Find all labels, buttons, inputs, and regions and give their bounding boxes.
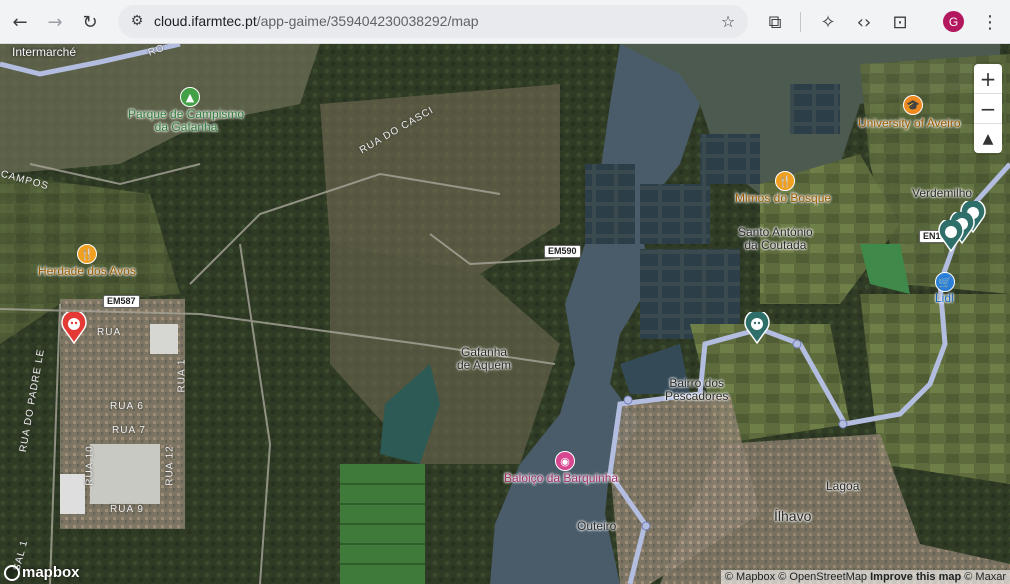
browser-menu-button[interactable]: ⋮ xyxy=(976,8,1004,36)
shopping-cart-icon[interactable]: 🛒 xyxy=(935,272,955,292)
satellite-map[interactable]: Intermarché Parque de Campismo da Gafanh… xyxy=(0,44,1010,584)
label-bairro-pescadores: Bairro dos Pescadores xyxy=(665,376,729,403)
road-rua-12: RUA 12 xyxy=(164,445,176,486)
attrib-osm[interactable]: © OpenStreetMap xyxy=(778,571,867,583)
code-icon: ‹› xyxy=(856,11,872,33)
star-outline-icon: ✧ xyxy=(820,11,836,33)
back-arrow-icon: ← xyxy=(12,11,28,33)
map-attribution: © Mapbox © OpenStreetMap Improve this ma… xyxy=(720,570,1010,584)
ext-code-button[interactable]: ‹› xyxy=(850,8,878,36)
reload-icon: ↻ xyxy=(82,11,98,33)
forward-arrow-icon: → xyxy=(47,11,63,33)
label-herdade: Herdade dos Avos xyxy=(38,264,136,278)
mapbox-logo[interactable]: mapbox xyxy=(4,564,80,581)
road-rua-a: RUA xyxy=(97,327,122,338)
cow-marker[interactable] xyxy=(938,220,964,252)
camera-icon[interactable]: ◉ xyxy=(555,451,575,471)
attrib-mapbox[interactable]: © Mapbox xyxy=(725,571,775,583)
bookmark-star-icon[interactable]: ☆ xyxy=(716,9,740,33)
restaurant-icon[interactable]: 🍴 xyxy=(77,244,97,264)
road-rua-9: RUA 9 xyxy=(110,504,144,515)
road-rua-6: RUA 6 xyxy=(110,401,144,412)
improve-map-link[interactable]: Improve this map xyxy=(870,571,961,583)
label-lidl: Lidl xyxy=(935,291,954,305)
back-button[interactable]: ← xyxy=(6,8,34,36)
label-santo-antonio: Santo António da Coutada xyxy=(738,225,813,252)
profile-avatar[interactable]: G xyxy=(943,11,964,32)
toolbar-divider xyxy=(800,12,801,32)
kebab-menu-icon: ⋮ xyxy=(981,11,999,33)
cow-marker[interactable] xyxy=(744,312,770,344)
label-gafanha-aquem: Gafanha de Aquém xyxy=(457,345,512,372)
label-ilhavo: Ílhavo xyxy=(774,508,812,524)
screenshot-icon: ⊡ xyxy=(892,11,908,33)
label-mimos: Mimos do Bosque xyxy=(735,191,832,205)
road-rua-7: RUA 7 xyxy=(112,425,146,436)
address-bar[interactable]: ⚙ cloud.ifarmtec.pt/app-gaime/3594042300… xyxy=(118,5,748,38)
site-info-icon[interactable]: ⚙ xyxy=(125,9,149,33)
university-icon[interactable]: 🎓 xyxy=(903,95,923,115)
label-baloico: Baloiço da Barquinha xyxy=(504,471,619,485)
map-zoom-controls: + − ▲ xyxy=(974,64,1002,153)
zoom-out-button[interactable]: − xyxy=(974,94,1002,124)
url-path: /app-gaime/359404230038292/map xyxy=(256,13,479,29)
ext-star-button[interactable]: ✧ xyxy=(814,8,842,36)
attrib-maxar[interactable]: © Maxar xyxy=(964,571,1006,583)
label-university: University of Aveiro xyxy=(858,116,961,130)
url-host: cloud.ifarmtec.pt xyxy=(154,13,257,29)
label-lagoa: Lagoa xyxy=(826,479,860,493)
restaurant-icon[interactable]: 🍴 xyxy=(775,171,795,191)
ext-screenshot-button[interactable]: ⊡ xyxy=(886,8,914,36)
cow-marker-alert[interactable] xyxy=(61,312,87,344)
road-rua-1: RUA 1 xyxy=(176,358,188,393)
label-intermarche: Intermarché xyxy=(12,45,77,59)
campsite-icon[interactable]: ▲ xyxy=(180,87,200,107)
label-verdemilho: Verdemilho xyxy=(912,186,973,200)
road-rua-10: RUA 10 xyxy=(84,445,96,486)
browser-toolbar: ← → ↻ ⚙ cloud.ifarmtec.pt/app-gaime/3594… xyxy=(0,0,1010,44)
compass-button[interactable]: ▲ xyxy=(974,124,1002,153)
label-outeiro: Outeiro xyxy=(577,519,617,533)
road-shield-em590: EM590 xyxy=(544,245,581,258)
puzzle-icon: ⧉ xyxy=(768,11,782,33)
url-text[interactable]: cloud.ifarmtec.pt/app-gaime/359404230038… xyxy=(154,13,479,29)
extensions-button[interactable]: ⧉ xyxy=(761,8,789,36)
zoom-in-button[interactable]: + xyxy=(974,64,1002,94)
label-campismo: Parque de Campismo da Gafanha xyxy=(128,107,245,134)
road-shield-em587: EM587 xyxy=(103,295,140,308)
mapbox-ring-icon xyxy=(4,564,20,581)
forward-button[interactable]: → xyxy=(41,8,69,36)
reload-button[interactable]: ↻ xyxy=(76,8,104,36)
